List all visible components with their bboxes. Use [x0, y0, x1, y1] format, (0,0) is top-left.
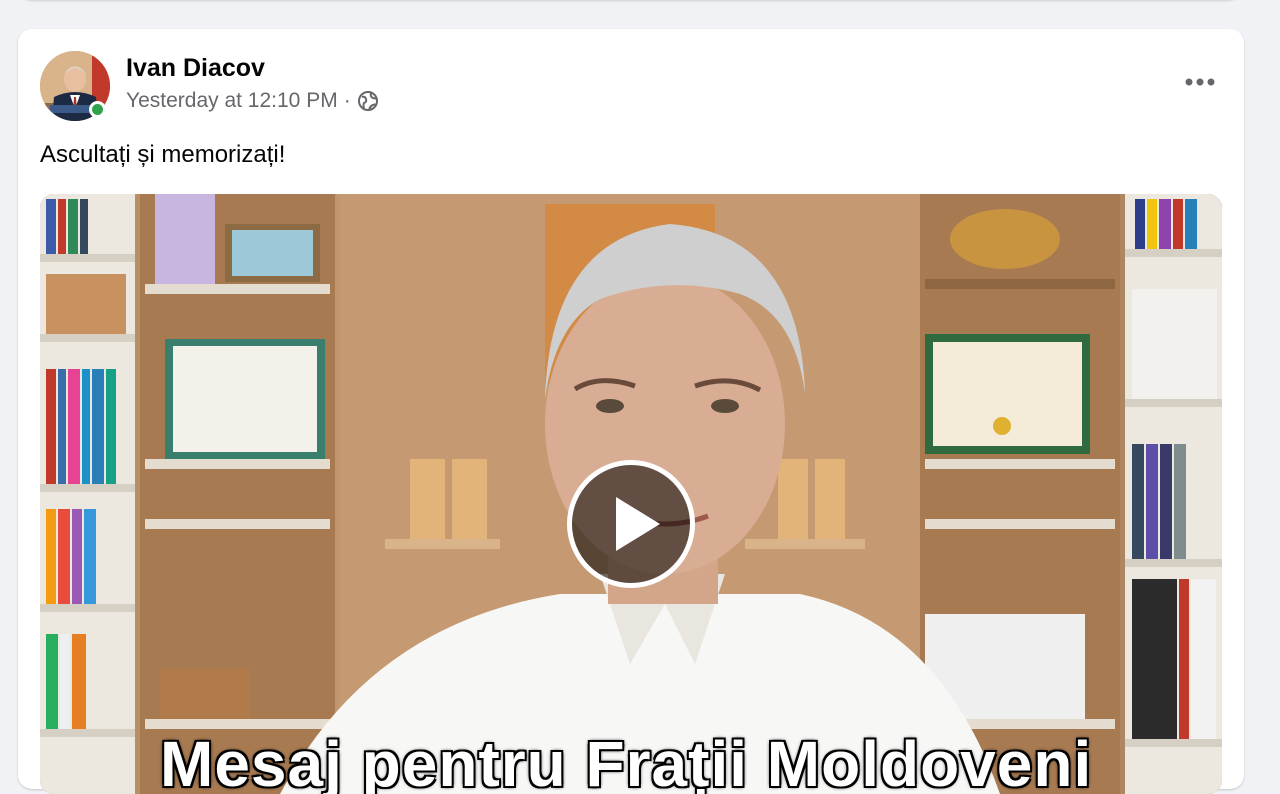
online-status-dot [89, 101, 106, 118]
globe-icon[interactable] [357, 90, 379, 112]
play-button[interactable] [567, 460, 695, 588]
post-text: Ascultați și memorizați! [40, 141, 286, 168]
author-name[interactable]: Ivan Diacov [126, 54, 265, 83]
more-options-button[interactable] [1180, 67, 1220, 97]
video-player[interactable]: Mesaj pentru Frații Moldoveni [40, 194, 1222, 794]
post-card: Ivan Diacov Yesterday at 12:10 PM · Ascu… [18, 29, 1244, 794]
post-timestamp[interactable]: Yesterday at 12:10 PM [126, 89, 338, 113]
meta-separator: · [343, 89, 351, 112]
play-icon [616, 497, 660, 551]
post-meta: Yesterday at 12:10 PM · [126, 89, 379, 113]
video-caption: Mesaj pentru Frații Moldoveni [160, 728, 1093, 794]
more-horizontal-icon [1185, 78, 1215, 86]
